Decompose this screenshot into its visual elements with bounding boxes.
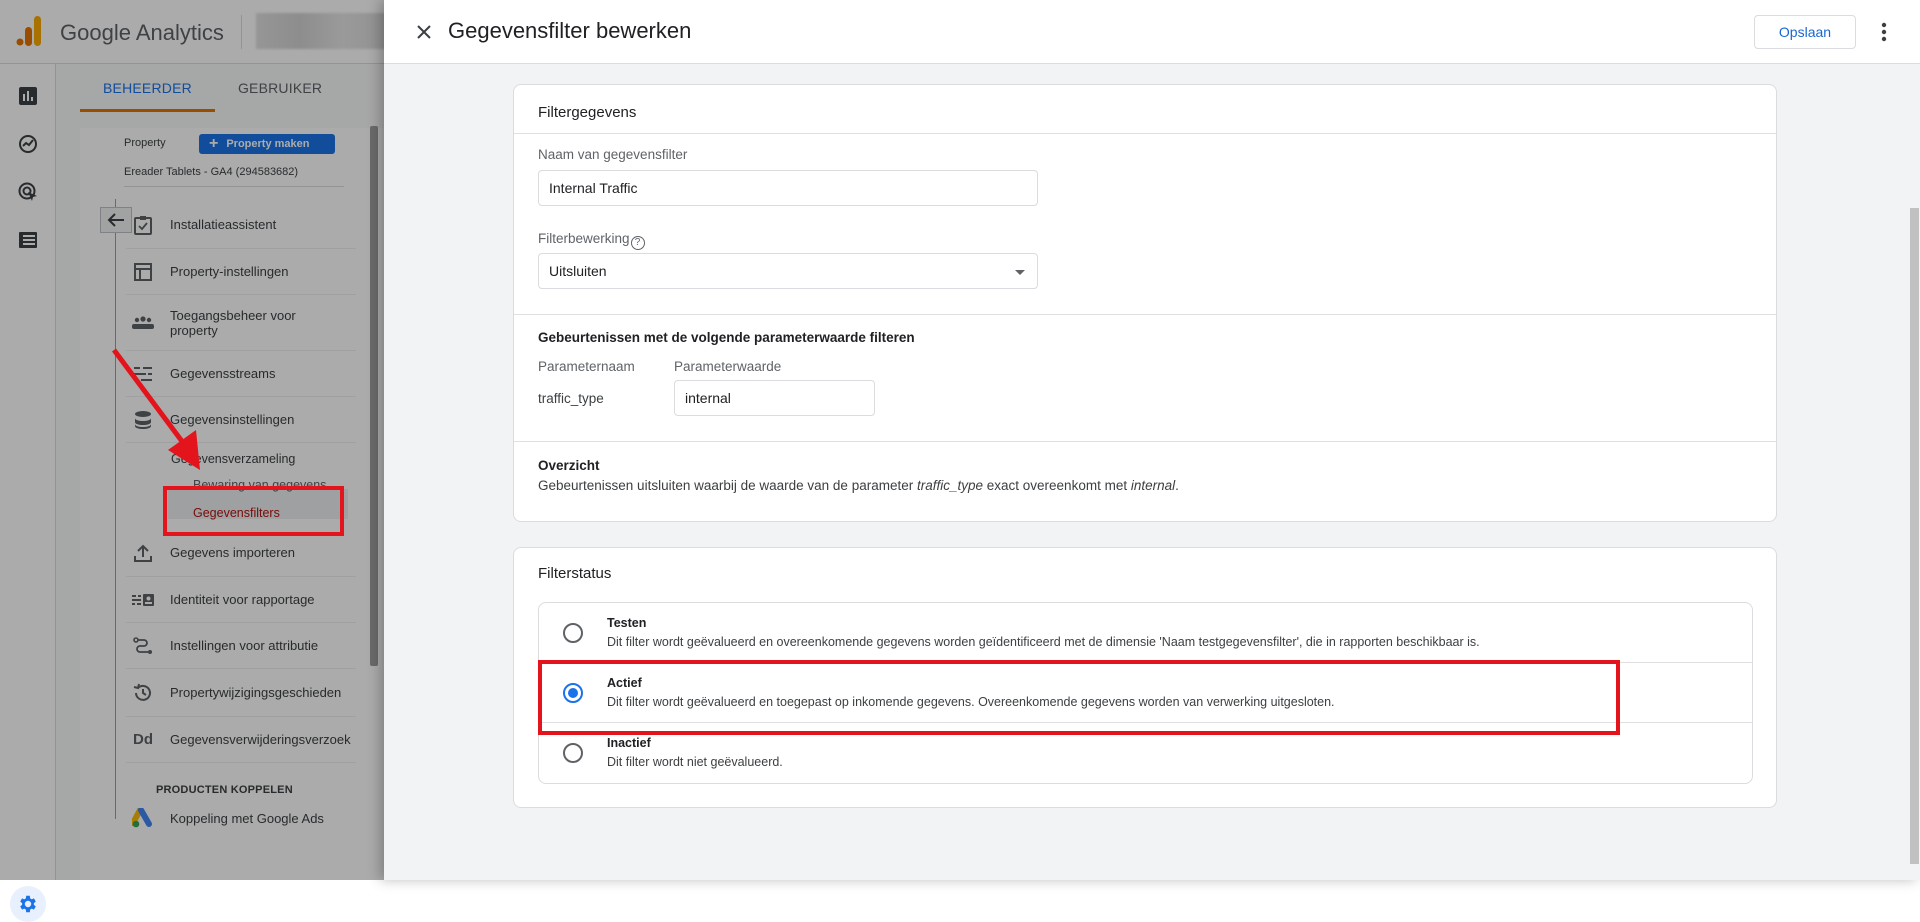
save-button[interactable]: Opslaan bbox=[1754, 15, 1856, 49]
filter-name-input[interactable] bbox=[538, 170, 1038, 206]
more-vert-icon bbox=[1881, 22, 1887, 42]
help-icon[interactable]: ? bbox=[630, 235, 645, 250]
edit-filter-panel: Gegevensfilter bewerken Opslaan Filterge… bbox=[384, 0, 1920, 880]
panel-scrollbar[interactable] bbox=[1910, 208, 1919, 864]
radio-option-label: Actief bbox=[607, 676, 642, 690]
summary-middle: exact overeenkomt met bbox=[983, 478, 1131, 493]
radio-option-label: Testen bbox=[607, 616, 647, 630]
parameter-section-heading: Gebeurtenissen met de volgende parameter… bbox=[538, 330, 915, 345]
summary-text: Gebeurtenissen uitsluiten waarbij de waa… bbox=[538, 478, 1179, 493]
parameter-name-header: Parameternaam bbox=[538, 359, 635, 374]
parameter-value-header: Parameterwaarde bbox=[674, 359, 782, 374]
radio-button-checked[interactable] bbox=[563, 683, 583, 703]
card-title: Filtergegevens bbox=[538, 104, 637, 121]
summary-suffix: . bbox=[1175, 478, 1179, 493]
filter-operation-label-text: Filterbewerking bbox=[538, 231, 630, 246]
filter-details-card: Filtergegevens Naam van gegevensfilter F… bbox=[513, 84, 1777, 522]
summary-title: Overzicht bbox=[538, 458, 600, 473]
admin-gear-icon[interactable] bbox=[10, 886, 46, 922]
filter-operation-value: Uitsluiten bbox=[549, 263, 607, 279]
divider bbox=[514, 133, 1776, 134]
divider bbox=[514, 314, 1776, 315]
more-options-button[interactable] bbox=[1872, 19, 1896, 45]
radio-option-actief[interactable]: Actief Dit filter wordt geëvalueerd en t… bbox=[539, 663, 1752, 723]
radio-option-testen[interactable]: Testen Dit filter wordt geëvalueerd en o… bbox=[539, 603, 1752, 663]
parameter-name-value: traffic_type bbox=[538, 391, 604, 406]
filter-name-label: Naam van gegevensfilter bbox=[538, 147, 688, 162]
radio-option-label: Inactief bbox=[607, 736, 651, 750]
parameter-value-input[interactable] bbox=[674, 380, 875, 416]
panel-title: Gegevensfilter bewerken bbox=[448, 18, 692, 43]
radio-option-description: Dit filter wordt geëvalueerd en overeenk… bbox=[607, 635, 1480, 649]
radio-option-description: Dit filter wordt niet geëvalueerd. bbox=[607, 755, 783, 769]
filter-status-radio-group: Testen Dit filter wordt geëvalueerd en o… bbox=[538, 602, 1753, 784]
summary-param: traffic_type bbox=[916, 478, 984, 493]
card-title: Filterstatus bbox=[538, 565, 612, 582]
panel-header: Gegevensfilter bewerken Opslaan bbox=[384, 0, 1920, 64]
close-button[interactable] bbox=[412, 20, 436, 44]
radio-option-description: Dit filter wordt geëvalueerd en toegepas… bbox=[607, 695, 1335, 709]
filter-status-card: Filterstatus Testen Dit filter wordt geë… bbox=[513, 547, 1777, 808]
radio-button[interactable] bbox=[563, 623, 583, 643]
divider bbox=[514, 441, 1776, 442]
summary-value: internal bbox=[1130, 478, 1176, 493]
summary-prefix: Gebeurtenissen uitsluiten waarbij de waa… bbox=[538, 478, 917, 493]
close-icon bbox=[417, 25, 431, 39]
filter-operation-select[interactable]: Uitsluiten bbox=[538, 253, 1038, 289]
modal-backdrop[interactable] bbox=[0, 0, 384, 880]
radio-button[interactable] bbox=[563, 743, 583, 763]
dropdown-arrow-icon bbox=[1015, 270, 1025, 275]
radio-option-inactief[interactable]: Inactief Dit filter wordt niet geëvaluee… bbox=[539, 723, 1752, 783]
filter-operation-label: Filterbewerking? bbox=[538, 231, 645, 250]
